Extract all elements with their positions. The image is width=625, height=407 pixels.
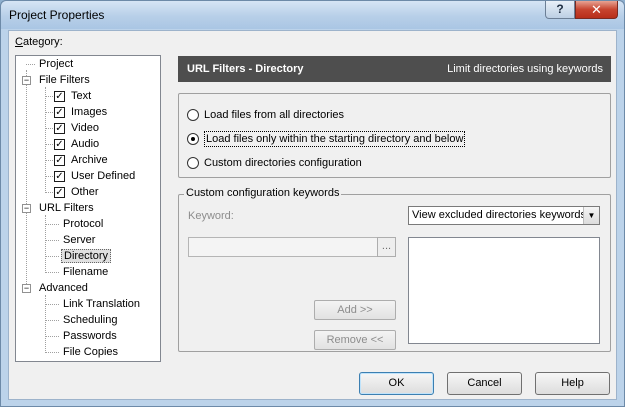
tree-item-project[interactable]: Project [37, 56, 75, 72]
radio-custom-configuration[interactable] [187, 157, 199, 169]
collapse-icon[interactable]: − [22, 284, 31, 293]
chevron-down-icon[interactable]: ▼ [583, 207, 599, 224]
tree-line [45, 192, 53, 193]
tree-line [45, 160, 53, 161]
dialog-client-area: Category: Project − File Filters ✓ Text … [8, 30, 617, 400]
panel-title: URL Filters - Directory [187, 63, 304, 75]
custom-keywords-group: Custom configuration keywords Keyword: V… [178, 187, 611, 352]
tree-line [45, 224, 59, 225]
video-checkbox[interactable]: ✓ [54, 123, 65, 134]
tree-item-archive[interactable]: Archive [69, 152, 110, 168]
tree-item-file-filters[interactable]: File Filters [37, 72, 92, 88]
cancel-button[interactable]: Cancel [447, 372, 522, 395]
tree-item-scheduling[interactable]: Scheduling [61, 312, 119, 328]
tree-line [26, 70, 27, 292]
panel-header: URL Filters - Directory Limit directorie… [178, 56, 611, 82]
radio-within-starting-directory[interactable] [187, 133, 199, 145]
project-properties-window: Project Properties ? ✕ Category: Project… [0, 0, 625, 407]
ok-button[interactable]: OK [359, 372, 434, 395]
add-keyword-button[interactable]: Add >> [314, 300, 396, 320]
tree-item-url-filters[interactable]: URL Filters [37, 200, 96, 216]
tree-item-other[interactable]: Other [69, 184, 101, 200]
tree-line [45, 96, 53, 97]
category-tree[interactable]: Project − File Filters ✓ Text ✓ Images ✓… [15, 55, 161, 362]
close-button[interactable]: ✕ [575, 1, 618, 19]
tree-line [45, 336, 59, 337]
tree-line [26, 64, 35, 65]
tree-item-audio[interactable]: Audio [69, 136, 101, 152]
help-button[interactable]: Help [535, 372, 610, 395]
radio-all-directories[interactable] [187, 109, 199, 121]
tree-item-server[interactable]: Server [61, 232, 97, 248]
tree-item-filename[interactable]: Filename [61, 264, 110, 280]
collapse-icon[interactable]: − [22, 204, 31, 213]
panel-description: Limit directories using keywords [447, 63, 603, 75]
tree-item-video[interactable]: Video [69, 120, 101, 136]
tree-item-directory[interactable]: Directory [61, 248, 112, 264]
archive-checkbox[interactable]: ✓ [54, 155, 65, 166]
tree-item-images[interactable]: Images [69, 104, 109, 120]
tree-line [45, 352, 59, 353]
tree-item-file-copies[interactable]: File Copies [61, 344, 120, 360]
keyword-view-dropdown[interactable]: View excluded directories keywords ▼ [408, 206, 600, 225]
audio-checkbox[interactable]: ✓ [54, 139, 65, 150]
window-title: Project Properties [9, 8, 105, 22]
custom-keywords-legend: Custom configuration keywords [184, 187, 342, 199]
images-checkbox[interactable]: ✓ [54, 107, 65, 118]
text-checkbox[interactable]: ✓ [54, 91, 65, 102]
tree-item-advanced[interactable]: Advanced [37, 280, 90, 296]
directory-options-group: Load files from all directories Load fil… [178, 93, 611, 178]
tree-line [45, 272, 59, 273]
tree-line [45, 256, 59, 257]
tree-item-text[interactable]: Text [69, 88, 93, 104]
tree-item-passwords[interactable]: Passwords [61, 328, 119, 344]
collapse-icon[interactable]: − [22, 76, 31, 85]
category-label: Category: [15, 36, 63, 48]
tree-line [45, 320, 59, 321]
keyword-label: Keyword: [188, 210, 234, 222]
user-defined-checkbox[interactable]: ✓ [54, 171, 65, 182]
tree-line [45, 176, 53, 177]
tree-line [45, 240, 59, 241]
other-checkbox[interactable]: ✓ [54, 187, 65, 198]
keyword-input[interactable] [188, 237, 378, 257]
tree-line [45, 128, 53, 129]
browse-button[interactable]: ... [377, 237, 396, 257]
tree-line [45, 144, 53, 145]
title-bar[interactable]: Project Properties ? ✕ [1, 1, 624, 29]
tree-line [45, 304, 59, 305]
tree-item-user-defined[interactable]: User Defined [69, 168, 137, 184]
help-title-button[interactable]: ? [545, 1, 575, 19]
tree-item-link-translation[interactable]: Link Translation [61, 296, 142, 312]
tree-item-protocol[interactable]: Protocol [61, 216, 105, 232]
keyword-list[interactable] [408, 237, 600, 344]
tree-line [45, 112, 53, 113]
remove-keyword-button[interactable]: Remove << [314, 330, 396, 350]
